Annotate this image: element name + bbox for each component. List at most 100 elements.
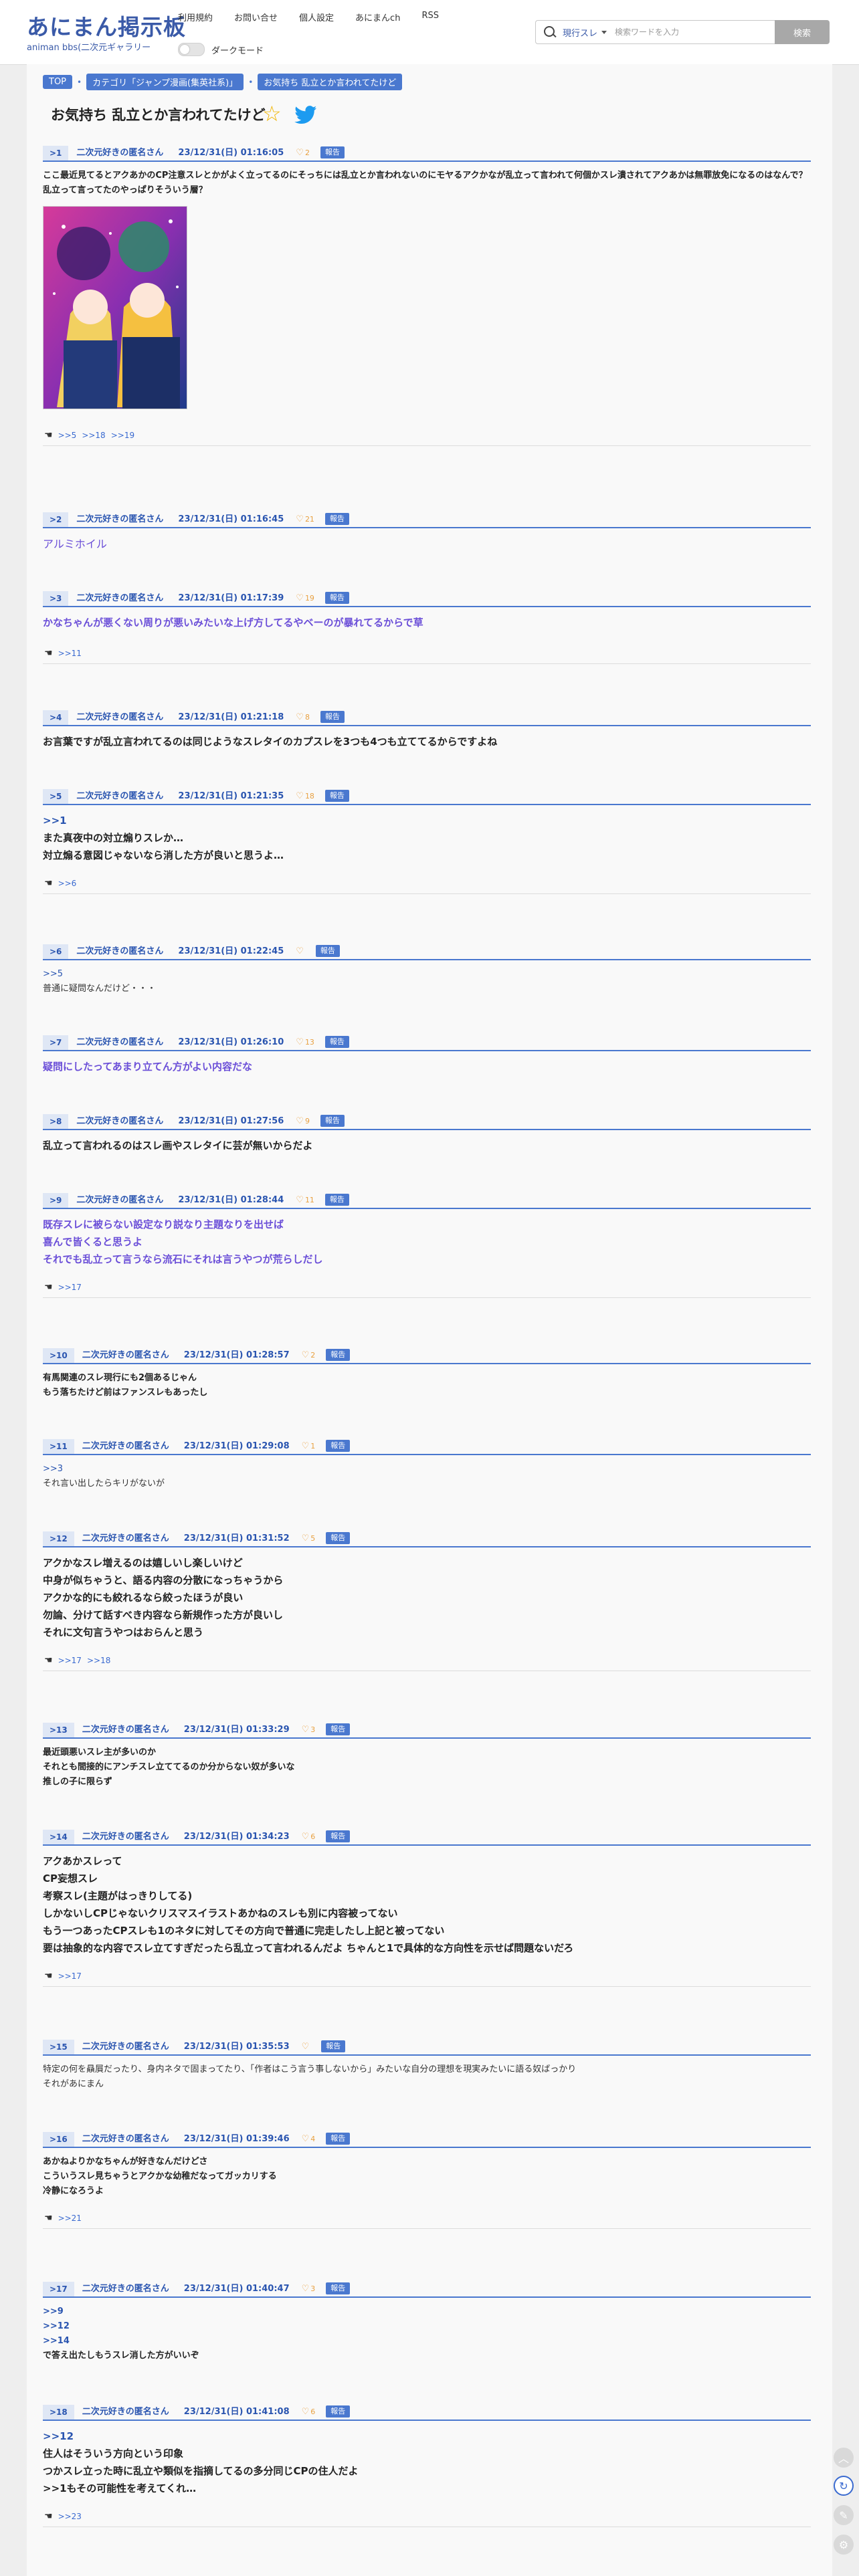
logo-subtext: animan bbs(二次元ギャラリー: [27, 43, 151, 53]
report-button[interactable]: 報告: [326, 1830, 351, 1842]
search-scope-select[interactable]: 現行スレ: [563, 26, 597, 39]
report-button[interactable]: 報告: [326, 1440, 351, 1452]
nav-rss[interactable]: RSS: [421, 11, 439, 23]
reply-link[interactable]: >>18: [87, 1656, 110, 1665]
heart-icon[interactable]: ♡: [296, 1193, 304, 1208]
nav-settings[interactable]: 個人設定: [299, 11, 334, 23]
reply-link[interactable]: >>17: [58, 1656, 82, 1665]
post-text: それに文句言うやつはおらんと思う: [43, 1626, 204, 1638]
anchor-link[interactable]: >>1: [43, 812, 811, 829]
post-header: >13 二次元好きの匿名さん 23/12/31(日) 01:33:29 ♡ 3 …: [43, 1720, 811, 1739]
reply-link[interactable]: >>21: [58, 2214, 82, 2223]
report-button[interactable]: 報告: [320, 711, 345, 723]
dark-mode-toggle[interactable]: [178, 43, 205, 56]
report-button[interactable]: 報告: [326, 2405, 351, 2418]
post-number[interactable]: >3: [43, 591, 69, 606]
breadcrumb-separator: •: [248, 77, 254, 87]
report-button[interactable]: 報告: [324, 1036, 349, 1048]
post-number[interactable]: >11: [43, 1439, 74, 1454]
settings-button[interactable]: ⚙: [834, 2535, 854, 2555]
scroll-top-button[interactable]: ︿: [834, 2448, 854, 2468]
heart-icon[interactable]: ♡: [302, 2132, 310, 2147]
anchor-link[interactable]: >>3: [43, 1462, 811, 1477]
post-number[interactable]: >5: [43, 789, 69, 804]
post-number[interactable]: >17: [43, 2282, 74, 2296]
twitter-icon[interactable]: [294, 106, 317, 124]
report-button[interactable]: 報告: [324, 513, 349, 525]
post-number[interactable]: >13: [43, 1723, 74, 1737]
search-input[interactable]: [613, 27, 751, 37]
anchor-link[interactable]: >>14: [43, 2334, 811, 2349]
nav-animanch[interactable]: あにまんch: [355, 11, 400, 23]
breadcrumb-category[interactable]: カテゴリ「ジャンプ漫画(集英社系)」: [86, 74, 244, 90]
post-date: 23/12/31(日) 01:21:35: [178, 791, 284, 801]
heart-icon[interactable]: ♡: [302, 2282, 310, 2296]
anchor-link[interactable]: >>12: [43, 2428, 811, 2445]
post-number[interactable]: >8: [43, 1114, 69, 1129]
site-logo[interactable]: あにまん掲示板 animan bbs(二次元ギャラリー: [27, 15, 185, 53]
nav-terms[interactable]: 利用規約: [178, 11, 213, 23]
breadcrumb-thread[interactable]: お気持ち 乱立とか言われてたけど: [258, 74, 403, 90]
search-button[interactable]: 検索: [775, 20, 830, 44]
star-icon[interactable]: ☆: [262, 103, 282, 124]
post-number[interactable]: >16: [43, 2132, 74, 2147]
heart-icon[interactable]: ♡: [302, 1723, 310, 1737]
write-button[interactable]: ✎: [834, 2505, 854, 2525]
heart-icon[interactable]: ♡: [302, 1830, 310, 1844]
reply-link[interactable]: >>17: [58, 1283, 82, 1292]
report-button[interactable]: 報告: [324, 1194, 349, 1206]
heart-icon[interactable]: ♡: [296, 146, 304, 160]
nav-contact[interactable]: お問い合せ: [234, 11, 278, 23]
heart-icon[interactable]: ♡: [296, 710, 304, 725]
heart-icon[interactable]: ♡: [296, 591, 304, 606]
reply-link[interactable]: >>23: [58, 2512, 82, 2521]
heart-icon[interactable]: ♡: [296, 944, 304, 959]
heart-icon[interactable]: ♡: [296, 1114, 304, 1129]
reply-link[interactable]: >>19: [111, 431, 134, 440]
post-number[interactable]: >12: [43, 1531, 74, 1546]
reply-link[interactable]: >>18: [82, 431, 105, 440]
heart-icon[interactable]: ♡: [296, 512, 304, 527]
reply-link[interactable]: >>5: [58, 431, 77, 440]
reply-link[interactable]: >>6: [58, 879, 77, 888]
report-button[interactable]: 報告: [326, 2133, 351, 2145]
report-button[interactable]: 報告: [326, 1723, 351, 1735]
heart-icon[interactable]: ♡: [302, 1348, 310, 1363]
heart-icon[interactable]: ♡: [302, 2040, 310, 2054]
post-number[interactable]: >7: [43, 1035, 69, 1050]
post-number[interactable]: >4: [43, 710, 69, 725]
report-button[interactable]: 報告: [324, 592, 349, 604]
report-button[interactable]: 報告: [315, 945, 340, 957]
like-count: 21: [304, 515, 314, 524]
post-number[interactable]: >6: [43, 944, 69, 959]
post-text: かなちゃんが悪くない周りが悪いみたいな上げ方してるやベーのが暴れてるからで草: [43, 617, 423, 629]
post-number[interactable]: >10: [43, 1348, 74, 1363]
report-button[interactable]: 報告: [326, 1532, 351, 1544]
anchor-link[interactable]: >>12: [43, 2319, 811, 2334]
reply-link[interactable]: >>17: [58, 1971, 82, 1981]
post-date: 23/12/31(日) 01:39:46: [183, 2134, 290, 2144]
post-number[interactable]: >15: [43, 2040, 74, 2054]
anchor-link[interactable]: >>5: [43, 967, 811, 982]
report-button[interactable]: 報告: [326, 2282, 351, 2294]
heart-icon[interactable]: ♡: [296, 1035, 304, 1050]
post-image[interactable]: [43, 206, 187, 409]
post-number[interactable]: >1: [43, 146, 69, 160]
heart-icon[interactable]: ♡: [302, 1531, 310, 1546]
breadcrumb-top[interactable]: TOP: [43, 75, 73, 89]
report-button[interactable]: 報告: [324, 790, 349, 802]
report-button[interactable]: 報告: [326, 1349, 351, 1361]
heart-icon[interactable]: ♡: [302, 1439, 310, 1454]
post-number[interactable]: >14: [43, 1830, 74, 1844]
heart-icon[interactable]: ♡: [302, 2405, 310, 2420]
post-number[interactable]: >9: [43, 1193, 69, 1208]
report-button[interactable]: 報告: [320, 146, 345, 158]
post-number[interactable]: >2: [43, 512, 69, 527]
reload-button[interactable]: ↻: [834, 2476, 854, 2496]
report-button[interactable]: 報告: [321, 2040, 346, 2052]
post-number[interactable]: >18: [43, 2405, 74, 2420]
reply-link[interactable]: >>11: [58, 649, 82, 658]
anchor-link[interactable]: >>9: [43, 2304, 811, 2319]
heart-icon[interactable]: ♡: [296, 789, 304, 804]
report-button[interactable]: 報告: [320, 1115, 345, 1127]
